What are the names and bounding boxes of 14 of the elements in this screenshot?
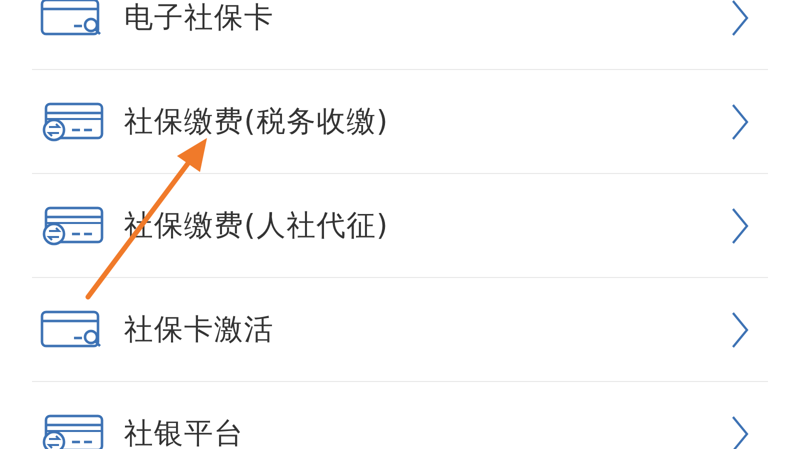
card-exchange-icon [40, 206, 104, 246]
chevron-right-icon [730, 414, 750, 449]
chevron-right-icon [730, 310, 750, 350]
menu-label: 社保卡激活 [124, 310, 275, 348]
menu-item[interactable]: 社保卡激活 [32, 278, 768, 382]
menu-item[interactable]: 电子社保卡 [32, 0, 768, 70]
card-exchange-icon [40, 102, 104, 142]
chevron-right-icon [730, 102, 750, 142]
chevron-right-icon [730, 206, 750, 246]
chevron-right-icon [730, 0, 750, 38]
menu-label: 社银平台 [124, 414, 245, 449]
menu-item[interactable]: 社银平台 [32, 382, 768, 449]
menu-label: 社保缴费(税务收缴) [124, 102, 390, 140]
menu-label: 电子社保卡 [124, 0, 275, 36]
